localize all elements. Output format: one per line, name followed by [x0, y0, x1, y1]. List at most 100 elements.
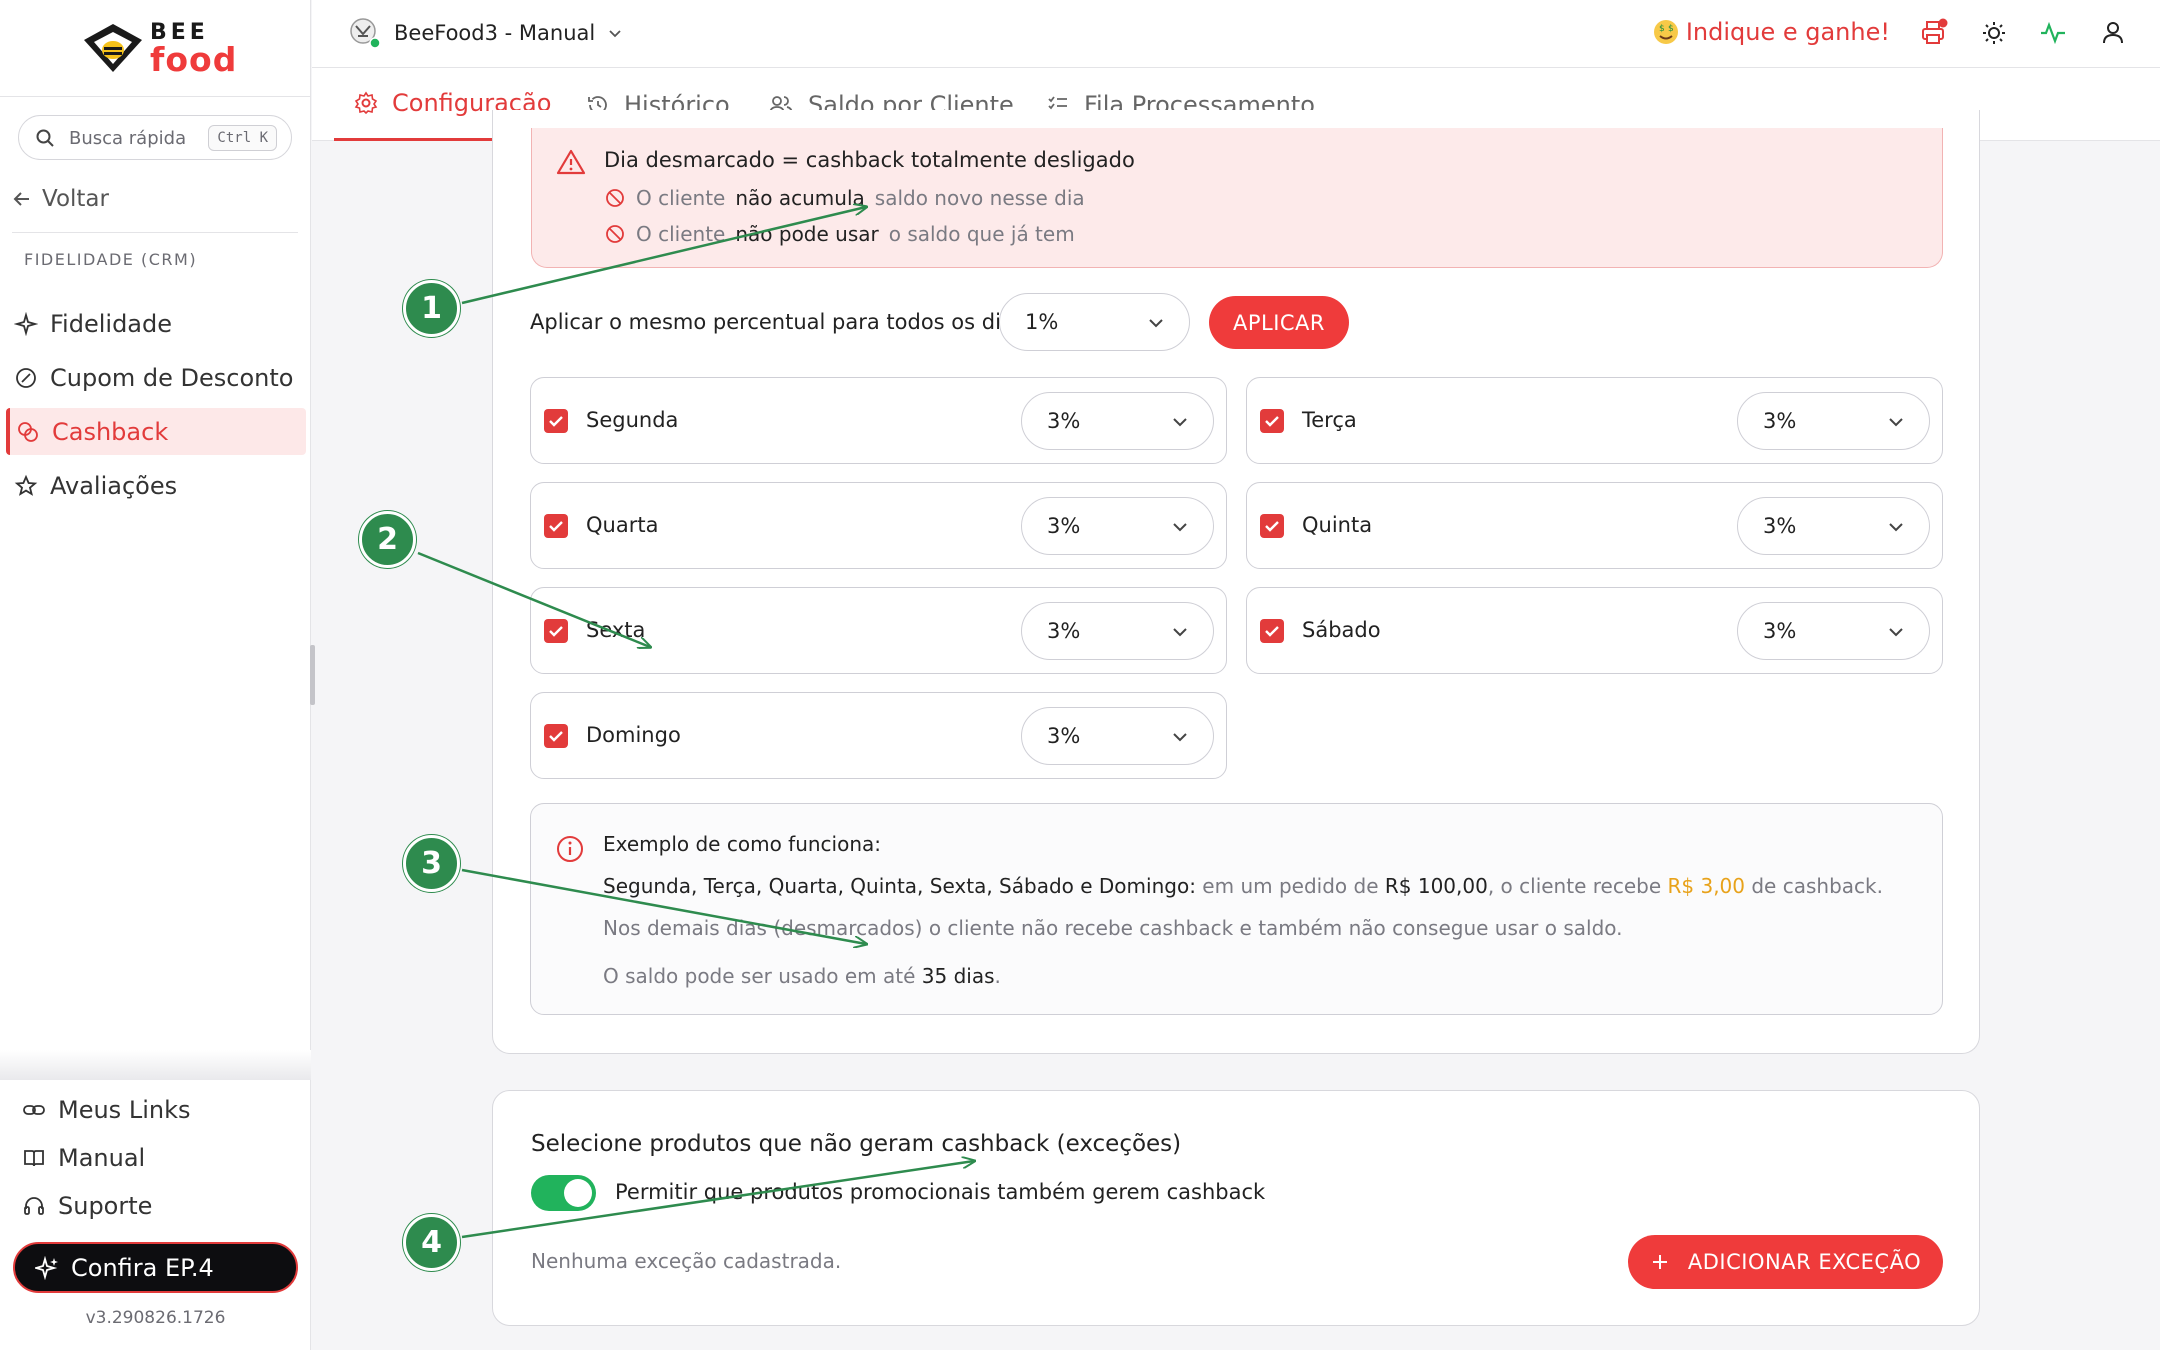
svg-text:$: $	[1668, 24, 1674, 34]
sparkle-icon	[35, 1255, 58, 1280]
chevron-down-icon	[1173, 418, 1187, 427]
day-label: Quarta	[586, 513, 659, 537]
day-percent-select[interactable]: 3%	[1737, 392, 1930, 450]
star-icon	[14, 474, 38, 496]
headset-icon	[24, 1197, 44, 1215]
day-checkbox[interactable]	[544, 619, 568, 643]
back-link[interactable]: Voltar	[12, 186, 109, 212]
theme-toggle-button[interactable]	[1979, 18, 2009, 52]
day-label: Quinta	[1302, 513, 1373, 537]
sidebar-item-label: Suporte	[58, 1192, 153, 1220]
day-label: Sexta	[586, 618, 646, 642]
store-name: BeeFood3 - Manual	[394, 21, 596, 45]
add-exception-button[interactable]: ADICIONAR EXCEÇÃO	[1628, 1235, 1943, 1289]
alert-line-use: O cliente não pode usar o saldo que já t…	[604, 222, 1075, 246]
sidebar-item-meus-links[interactable]: Meus Links	[22, 1090, 190, 1130]
link-icon	[23, 1105, 45, 1115]
store-selector[interactable]: BeeFood3 - Manual	[348, 16, 623, 50]
divider	[0, 96, 311, 97]
chevron-down-icon	[1889, 628, 1903, 637]
referral-label: Indique e ganhe!	[1685, 18, 1890, 46]
sidebar-item-fidelidade[interactable]: Fidelidade	[6, 300, 306, 347]
check-icon	[549, 416, 563, 427]
annotation-badge: 3	[403, 835, 460, 892]
section-label: FIDELIDADE (CRM)	[24, 250, 198, 269]
example-info-box: Exemplo de como funciona: Segunda, Terça…	[530, 803, 1943, 1015]
example-other-days: Nos demais dias (desmarcados) o cliente …	[603, 916, 1623, 940]
sidebar-item-label: Manual	[58, 1144, 146, 1172]
sidebar-item-cashback[interactable]: Cashback	[6, 408, 306, 455]
day-checkbox[interactable]	[544, 724, 568, 748]
chevron-down-icon	[1889, 523, 1903, 532]
select-value: 3%	[1763, 514, 1797, 538]
logo-food-text: food	[150, 40, 238, 79]
money-face-icon: $ $	[1653, 20, 1678, 44]
alert-emphasis: não pode usar	[735, 222, 879, 246]
select-value: 3%	[1047, 619, 1081, 643]
quick-search-input[interactable]: Busca rápida Ctrl K	[18, 115, 292, 160]
promo-button[interactable]: Confira EP.4	[13, 1242, 298, 1293]
day-percent-select[interactable]: 3%	[1737, 602, 1930, 660]
day-checkbox[interactable]	[544, 514, 568, 538]
check-icon	[1265, 626, 1279, 637]
check-icon	[549, 731, 563, 742]
day-card-sabado: Sábado 3%	[1246, 587, 1943, 674]
chevron-down-icon	[1173, 733, 1187, 742]
status-button[interactable]	[2038, 18, 2068, 52]
sidebar-resize-handle[interactable]	[310, 645, 315, 705]
day-checkbox[interactable]	[1260, 409, 1284, 433]
day-label: Segunda	[586, 408, 679, 432]
toggle-label: Permitir que produtos promocionais també…	[615, 1180, 1266, 1204]
day-checkbox[interactable]	[1260, 619, 1284, 643]
select-value: 3%	[1047, 409, 1081, 433]
check-icon	[549, 626, 563, 637]
sidebar-item-manual[interactable]: Manual	[22, 1138, 145, 1178]
book-icon	[24, 1150, 44, 1167]
beefood-logo[interactable]: BEE food	[80, 18, 240, 79]
ban-icon	[606, 225, 624, 243]
day-checkbox[interactable]	[1260, 514, 1284, 538]
annotation-badge: 4	[403, 1214, 460, 1271]
example-cashback-value: R$ 3,00	[1667, 874, 1745, 898]
promo-products-toggle[interactable]	[531, 1175, 596, 1211]
annotation-badge: 1	[403, 280, 460, 337]
sidebar-item-cupom[interactable]: Cupom de Desconto	[6, 354, 306, 401]
day-percent-select[interactable]: 3%	[1021, 392, 1214, 450]
day-percent-select[interactable]: 3%	[1021, 602, 1214, 660]
example-text: O saldo pode ser usado em até	[603, 964, 916, 988]
check-icon	[1265, 416, 1279, 427]
day-percent-select[interactable]: 3%	[1021, 707, 1214, 765]
day-checkbox[interactable]	[544, 409, 568, 433]
day-card-quinta: Quinta 3%	[1246, 482, 1943, 569]
apply-button[interactable]: APLICAR	[1209, 296, 1349, 349]
activity-icon	[2041, 21, 2065, 45]
search-placeholder: Busca rápida	[69, 128, 187, 149]
chevron-down-icon	[609, 30, 621, 38]
user-menu-button[interactable]	[2098, 18, 2128, 52]
plus-icon	[1652, 1255, 1667, 1269]
sidebar-item-avaliacoes[interactable]: Avaliações	[6, 462, 306, 509]
example-line: Segunda, Terça, Quarta, Quinta, Sexta, S…	[603, 874, 1883, 898]
day-label: Terça	[1302, 408, 1357, 432]
alert-title: Dia desmarcado = cashback totalmente des…	[604, 148, 1135, 172]
coins-icon	[18, 421, 38, 442]
select-value: 3%	[1047, 514, 1081, 538]
alert-text: O cliente	[636, 186, 726, 210]
sidebar-item-label: Avaliações	[50, 471, 178, 500]
day-label: Sábado	[1302, 618, 1381, 642]
alert-emphasis: não acumula	[735, 186, 865, 210]
printer-button[interactable]	[1919, 18, 1949, 52]
ban-icon	[606, 189, 624, 207]
toggle-knob	[564, 1179, 592, 1207]
divider	[12, 232, 298, 233]
referral-link[interactable]: $ $ Indique e ganhe!	[1652, 18, 1890, 46]
day-percent-select[interactable]: 3%	[1737, 497, 1930, 555]
sparkle-icon	[14, 311, 38, 336]
alert-text: O cliente	[636, 222, 726, 246]
day-label: Domingo	[586, 723, 681, 747]
alert-line-accumulate: O cliente não acumula saldo novo nesse d…	[604, 186, 1085, 210]
sidebar-item-suporte[interactable]: Suporte	[22, 1186, 152, 1226]
day-card-segunda: Segunda 3%	[530, 377, 1227, 464]
day-percent-select[interactable]: 3%	[1021, 497, 1214, 555]
apply-all-select[interactable]: 1%	[999, 293, 1190, 351]
